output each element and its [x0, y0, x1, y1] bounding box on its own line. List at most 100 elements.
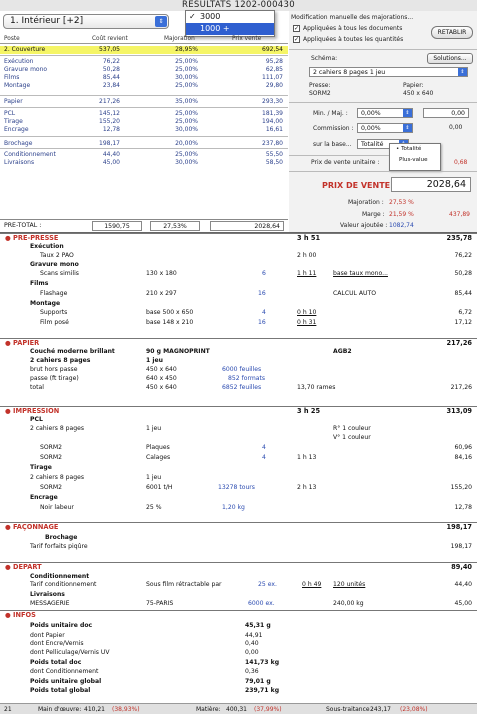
detail-cell: 75-PARIS: [146, 600, 174, 607]
pv-label: PRIX DE VENTE :: [322, 181, 397, 190]
detail-cell[interactable]: 120 unités: [333, 581, 365, 589]
minmaj-select[interactable]: 0,00% ⇕: [357, 108, 413, 118]
detail-cell: total: [30, 384, 44, 391]
presse-value: SORM2: [309, 90, 331, 97]
surbase-option-totalite[interactable]: • Totalité: [390, 144, 440, 152]
maj-label: Majoration :: [348, 199, 384, 206]
detail-cell: 6001 t/H: [146, 484, 173, 491]
detail-cell[interactable]: 6852 feuilles: [222, 384, 261, 392]
detail-cell: base 500 x 650: [146, 309, 194, 316]
cost-cell: 76,22: [102, 58, 120, 65]
detail-cell: 13,70 rames: [297, 384, 336, 391]
detail-line: Tarif forfaits piqûre 198,17: [0, 543, 477, 551]
cost-row[interactable]: PCL 145,12 25,00% 181,39: [0, 110, 288, 118]
cost-row[interactable]: Papier 217,26 35,00% 293,30: [0, 98, 288, 106]
detail-cell[interactable]: 16: [258, 290, 266, 298]
va-label: Valeur ajoutée :: [340, 222, 388, 229]
cost-row[interactable]: Encrage 12,78 30,00% 16,61: [0, 126, 288, 134]
section-depart[interactable]: ● DEPART 89,40: [0, 562, 477, 571]
menu-item-3000[interactable]: ✓ 3000: [186, 11, 274, 23]
cost-cell: 30,00%: [175, 126, 198, 133]
cost-cell: 181,39: [262, 110, 283, 117]
quantity-menu[interactable]: ✓ 3000 1000 +: [185, 10, 275, 37]
detail-cell[interactable]: 1 h 11: [297, 270, 316, 278]
detail-cell[interactable]: 4: [262, 454, 266, 462]
detail-line: Livraisons: [0, 591, 477, 599]
cost-cell: 30,00%: [175, 74, 198, 81]
footer-matiere: 400,31: [226, 706, 247, 713]
cost-row[interactable]: Exécution 76,22 25,00% 95,28: [0, 58, 288, 66]
section-prepresse[interactable]: ● PRE-PRESSE 3 h 51 235,78: [0, 233, 477, 242]
detail-cell: 2 cahiers 8 pages: [30, 357, 91, 364]
surbase-option-plusvalue[interactable]: Plus-value: [390, 152, 440, 163]
papier-label: Papier:: [403, 82, 424, 89]
section-papier[interactable]: ● PAPIER 217,26: [0, 338, 477, 347]
detail-cell[interactable]: 25 ex.: [258, 581, 277, 589]
checkbox-all-documents[interactable]: ✓: [293, 25, 300, 32]
detail-cell[interactable]: 0 h 49: [302, 581, 321, 589]
detail-cell[interactable]: 6: [262, 270, 266, 278]
menu-item-1000[interactable]: 1000 +: [186, 23, 274, 35]
detail-line: Flashage 210 x 297 16 CALCUL AUTO 85,44: [0, 290, 477, 298]
detail-cell: 2 h 13: [297, 484, 317, 491]
detail-line: 2 cahiers 8 pages 1 jeu R° 1 couleur: [0, 425, 477, 433]
maj-pct: 27,53 %: [389, 199, 414, 206]
detail-cell[interactable]: 6000 ex.: [248, 600, 275, 608]
va-value: 1082,74: [389, 222, 414, 229]
cost-row[interactable]: Tirage 155,20 25,00% 194,00: [0, 118, 288, 126]
cost-cell: 293,30: [262, 98, 283, 105]
section-faconnage[interactable]: ● FAÇONNAGE 198,17: [0, 522, 477, 531]
cost-cell: PCL: [4, 110, 16, 117]
cost-cell: 28,95%: [175, 46, 198, 53]
cost-row[interactable]: Films 85,44 30,00% 111,07: [0, 74, 288, 82]
detail-line: MESSAGERIE 75-PARIS 6000 ex. 240,00 kg 45,00: [0, 600, 477, 608]
section-impression[interactable]: ● IMPRESSION 3 h 25 313,09: [0, 406, 477, 415]
detail-line: dont Encre/Vernis 0,40: [0, 640, 477, 648]
checkbox-all-quantities[interactable]: ✓: [293, 36, 300, 43]
divider: [289, 49, 477, 50]
detail-line: Taux 2 PAO 2 h 00 76,22: [0, 252, 477, 260]
detail-cell[interactable]: 4: [262, 444, 266, 452]
detail-cell[interactable]: 16: [258, 319, 266, 327]
schema-select-value: 2 cahiers 8 pages 1 jeu: [313, 69, 386, 76]
detail-line: Tirage: [0, 464, 477, 472]
section-infos[interactable]: ● INFOS: [0, 610, 477, 619]
cost-row[interactable]: Gravure mono 50,28 25,00% 62,85: [0, 66, 288, 74]
document-selector[interactable]: 1. Intérieur [+2] ⇕: [3, 14, 169, 29]
detail-cell: 2 h 00: [297, 252, 317, 259]
detail-cell: SORM2: [40, 444, 63, 451]
detail-cell[interactable]: base taux mono...: [333, 270, 388, 278]
detail-line: PCL: [0, 416, 477, 424]
detail-cell: 45,31 g: [245, 622, 271, 629]
detail-cell: 50,28: [454, 270, 472, 277]
detail-cell[interactable]: 13278 tours: [218, 484, 255, 492]
marge-value: 437,89: [449, 211, 470, 218]
cost-row[interactable]: Livraisons 45,00 30,00% 58,50: [0, 159, 288, 167]
detail-cell: 240,00 kg: [333, 600, 364, 607]
detail-line: Brochage: [0, 534, 477, 542]
cost-row[interactable]: Montage 23,84 25,00% 29,80: [0, 82, 288, 90]
detail-cell[interactable]: 1,20 kg: [222, 504, 245, 512]
detail-cell[interactable]: 6000 feuilles: [222, 366, 261, 374]
cost-row[interactable]: Brochage 198,17 20,00% 237,80: [0, 140, 288, 148]
detail-line: SORM2 Plaques 4 60,96: [0, 444, 477, 452]
solutions-button[interactable]: Solutions...: [427, 53, 473, 64]
detail-cell[interactable]: 0 h 31: [297, 319, 316, 327]
pre-total-majoration: 27,53%: [150, 221, 200, 231]
commission-select[interactable]: 0,00% ⇕: [357, 123, 413, 133]
detail-cell: Flashage: [40, 290, 68, 297]
detail-cell: 17,12: [454, 319, 472, 326]
cost-cell: Montage: [4, 82, 31, 89]
cost-row[interactable]: Conditionnement 44,40 25,00% 55,50: [0, 151, 288, 159]
detail-cell[interactable]: 4: [262, 309, 266, 317]
retablir-button[interactable]: RETABLIR: [431, 26, 473, 39]
cost-row[interactable]: 2. Couverture 537,05 28,95% 692,54: [0, 46, 288, 54]
detail-line: Noir labeur 25 % 1,20 kg 12,78: [0, 504, 477, 512]
detail-cell[interactable]: 852 formats: [228, 375, 265, 383]
detail-cell: Noir labeur: [40, 504, 74, 511]
schema-select[interactable]: 2 cahiers 8 pages 1 jeu ⇕: [309, 67, 468, 77]
commission-value: 0,00: [449, 124, 463, 131]
minmaj-input[interactable]: 0,00: [423, 108, 469, 118]
detail-cell[interactable]: 0 h 10: [297, 309, 316, 317]
detail-cell: PCL: [30, 416, 43, 423]
